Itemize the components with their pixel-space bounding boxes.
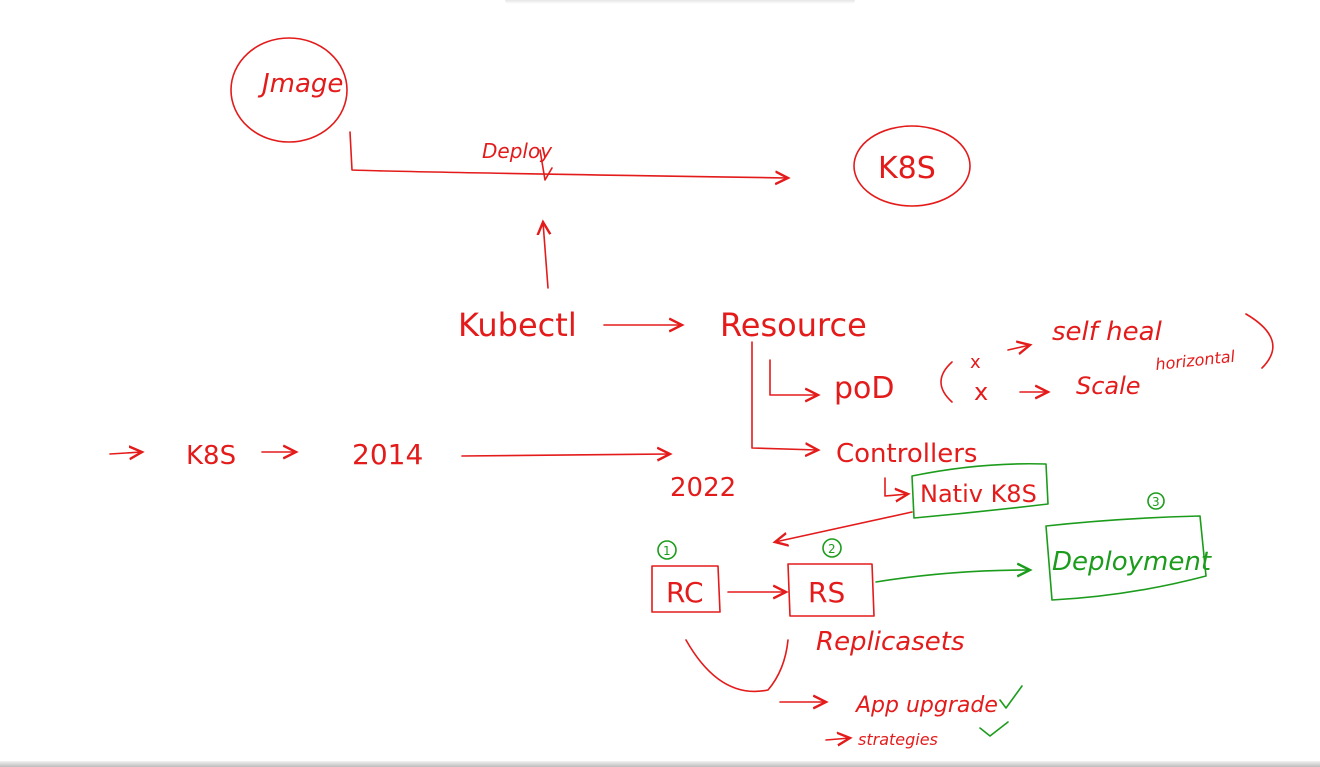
timeline-k8s-label: K8S bbox=[186, 441, 236, 471]
app-upgrade-label: App upgrade bbox=[854, 693, 998, 718]
scale-label: Scale bbox=[1076, 372, 1141, 400]
controllers-label: Controllers bbox=[836, 439, 977, 469]
strategies-check bbox=[979, 721, 1009, 737]
pod-label: poD bbox=[834, 371, 895, 406]
self-heal-arrow bbox=[1007, 345, 1030, 350]
bottom-scrollbar-strip[interactable] bbox=[0, 761, 1320, 767]
app-upgrade-check bbox=[999, 685, 1023, 709]
self-heal-label: self heal bbox=[1052, 317, 1163, 347]
resource-tree-line bbox=[751, 341, 818, 450]
diagram-svg: Jmage Deploy K8S Kubectl Resource poD x … bbox=[109, 37, 1274, 749]
rc-label: RC bbox=[666, 576, 704, 609]
number-2-label: 2 bbox=[828, 542, 836, 556]
strategies-label: strategies bbox=[858, 730, 938, 749]
number-1-label: 1 bbox=[663, 544, 671, 558]
x-mark-1: x bbox=[970, 352, 981, 373]
resource-label: Resource bbox=[720, 306, 867, 344]
rs-to-deployment-arrow bbox=[875, 570, 1030, 583]
strategies-arrow bbox=[825, 738, 850, 740]
timeline-lead-arrow bbox=[109, 452, 142, 454]
native-k8s-label: Nativ K8S bbox=[920, 480, 1037, 508]
native-to-rs-arrow bbox=[775, 511, 913, 542]
horizontal-label: horizontal bbox=[1154, 347, 1236, 374]
whiteboard-canvas: Jmage Deploy K8S Kubectl Resource poD x … bbox=[0, 0, 1320, 767]
controllers-native-branch bbox=[884, 477, 908, 496]
timeline-main-arrow bbox=[461, 454, 670, 456]
deploy-label: Deploy bbox=[482, 139, 553, 163]
rc-curve bbox=[685, 639, 789, 693]
x-mark-2: x bbox=[974, 378, 988, 406]
rs-label: RS bbox=[808, 576, 845, 609]
k8s-top-label: K8S bbox=[878, 151, 936, 186]
year-2022-label: 2022 bbox=[670, 473, 736, 503]
deploy-arrow bbox=[349, 131, 788, 178]
pod-open-paren bbox=[940, 361, 953, 403]
resource-pod-branch bbox=[769, 359, 818, 395]
image-label: Jmage bbox=[257, 69, 343, 99]
year-2014-label: 2014 bbox=[352, 438, 423, 471]
close-bracket bbox=[1245, 313, 1274, 369]
kubectl-up-arrow bbox=[543, 222, 548, 289]
deployment-label: Deployment bbox=[1052, 547, 1212, 577]
replicasets-label: Replicasets bbox=[816, 627, 965, 657]
kubectl-label: Kubectl bbox=[458, 306, 577, 344]
number-3-label: 3 bbox=[1152, 495, 1160, 509]
